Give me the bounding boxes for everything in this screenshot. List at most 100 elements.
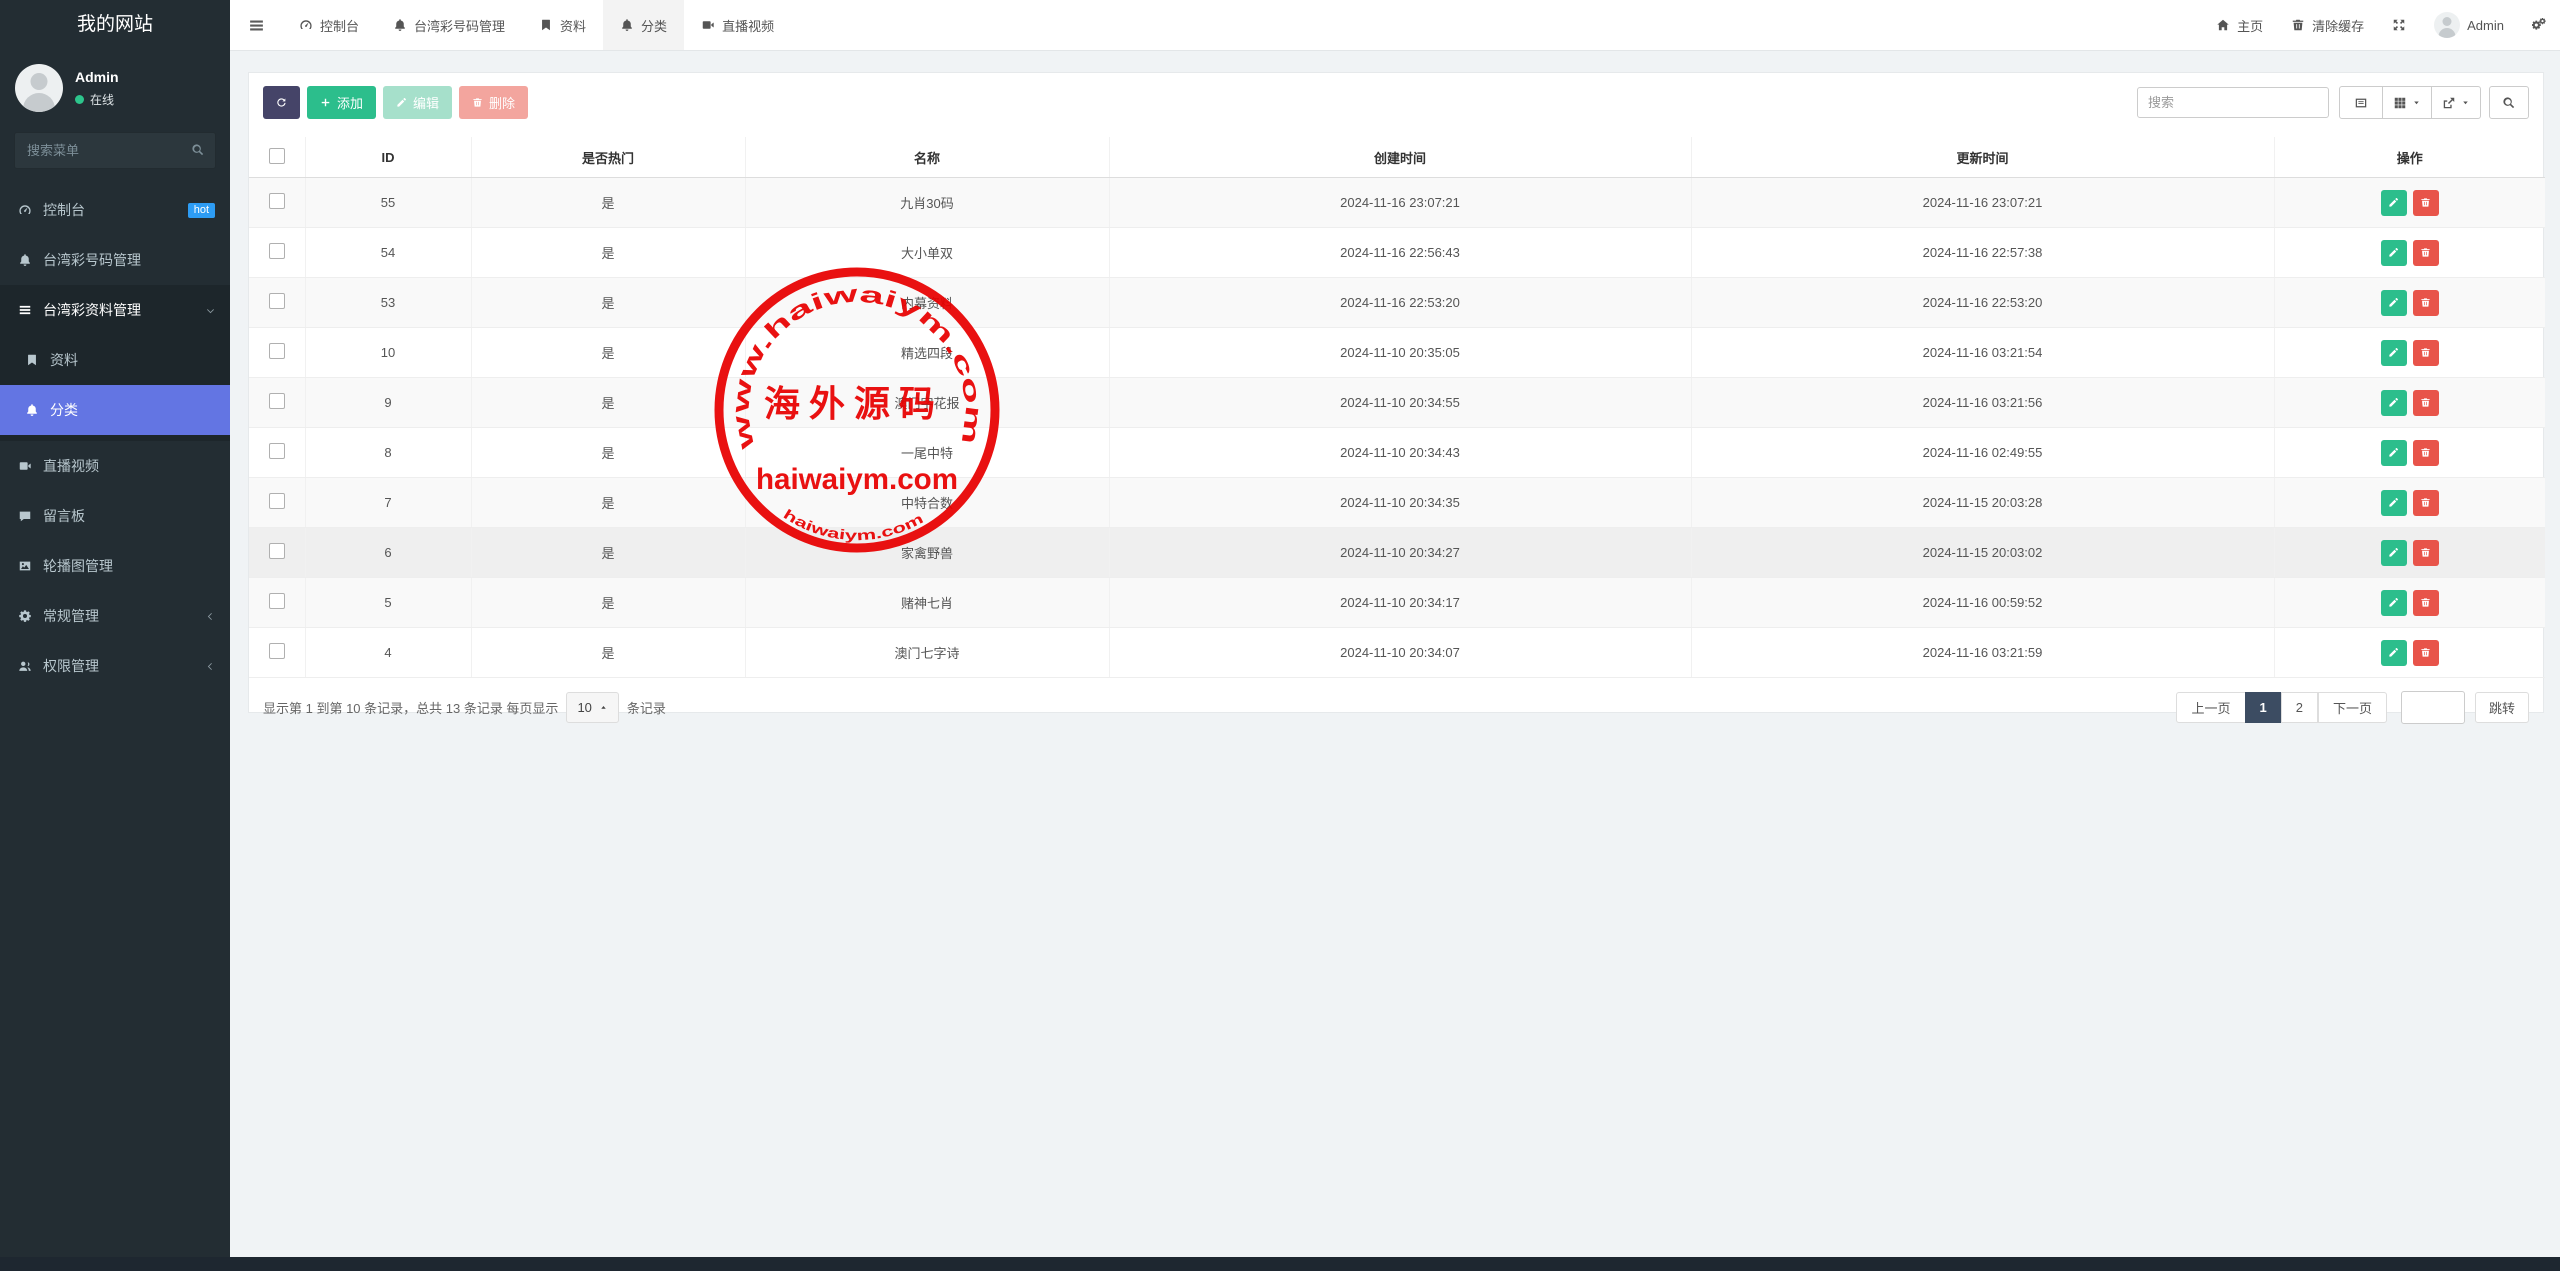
prev-page-button[interactable]: 上一页 (2176, 692, 2245, 723)
row-checkbox[interactable] (269, 593, 285, 609)
table-search-input[interactable] (2137, 87, 2329, 118)
fullscreen-button[interactable] (2378, 0, 2420, 50)
tab-4[interactable]: 直播视频 (684, 0, 791, 50)
table-row: 53是内幕资料2024-11-16 22:53:202024-11-16 22:… (249, 278, 2545, 328)
hot-badge: hot (188, 203, 215, 218)
row-checkbox[interactable] (269, 543, 285, 559)
page-size-select[interactable]: 10 (566, 692, 618, 723)
row-checkbox[interactable] (269, 493, 285, 509)
avatar (15, 64, 63, 112)
cell-name: 九肖30码 (745, 178, 1109, 228)
select-all-checkbox[interactable] (269, 148, 285, 164)
row-checkbox[interactable] (269, 393, 285, 409)
select-all-checkbox-cell[interactable] (249, 137, 305, 178)
table-row: 6是家禽野兽2024-11-10 20:34:272024-11-15 20:0… (249, 528, 2545, 578)
row-delete-button[interactable] (2413, 290, 2439, 316)
cell-actions (2274, 428, 2545, 478)
user-status-label: 在线 (90, 91, 114, 108)
tab-label: 资料 (560, 16, 586, 35)
sidebar-item-2[interactable]: 台湾彩资料管理 (0, 285, 230, 335)
cell-hot: 是 (471, 378, 745, 428)
sidebar-item-label: 台湾彩号码管理 (43, 250, 141, 270)
row-delete-button[interactable] (2413, 440, 2439, 466)
page-button-1[interactable]: 1 (2245, 692, 2282, 723)
settings-gears-icon[interactable] (2518, 0, 2560, 50)
row-edit-button[interactable] (2381, 190, 2407, 216)
sidebar-item-0[interactable]: 控制台hot (0, 185, 230, 235)
sidebar-item-6[interactable]: 常规管理 (0, 591, 230, 641)
row-delete-button[interactable] (2413, 590, 2439, 616)
sidebar-item-4[interactable]: 留言板 (0, 491, 230, 541)
edit-button[interactable]: 编辑 (383, 86, 452, 119)
cogs-icon (2532, 18, 2546, 32)
tab-1[interactable]: 台湾彩号码管理 (376, 0, 522, 50)
pagination-info-suffix: 条记录 (627, 698, 666, 717)
column-header-created[interactable]: 创建时间 (1109, 137, 1691, 178)
column-header-hot[interactable]: 是否热门 (471, 137, 745, 178)
row-checkbox[interactable] (269, 643, 285, 659)
nav-clear-cache[interactable]: 清除缓存 (2277, 0, 2378, 50)
hamburger-icon[interactable] (230, 0, 282, 50)
nav-user[interactable]: Admin (2420, 0, 2518, 50)
row-edit-button[interactable] (2381, 590, 2407, 616)
sidebar-item-2-0[interactable]: 资料 (0, 335, 230, 385)
column-header-id[interactable]: ID (305, 137, 471, 178)
pencil-icon (2388, 647, 2399, 658)
sidebar-item-2-1[interactable]: 分类 (0, 385, 230, 435)
row-delete-button[interactable] (2413, 640, 2439, 666)
tab-2[interactable]: 资料 (522, 0, 603, 50)
row-edit-button[interactable] (2381, 640, 2407, 666)
chevron-left-icon (206, 662, 215, 671)
toggle-search-button[interactable] (2489, 86, 2529, 119)
row-checkbox[interactable] (269, 243, 285, 259)
pencil-icon (2388, 547, 2399, 558)
sidebar-item-1[interactable]: 台湾彩号码管理 (0, 235, 230, 285)
caret-down-icon (2412, 98, 2421, 107)
table-row: 7是中特合数2024-11-10 20:34:352024-11-15 20:0… (249, 478, 2545, 528)
row-edit-button[interactable] (2381, 440, 2407, 466)
row-edit-button[interactable] (2381, 490, 2407, 516)
cell-created: 2024-11-16 22:53:20 (1109, 278, 1691, 328)
row-edit-button[interactable] (2381, 240, 2407, 266)
column-header-updated[interactable]: 更新时间 (1691, 137, 2274, 178)
row-delete-button[interactable] (2413, 340, 2439, 366)
tab-3[interactable]: 分类 (603, 0, 684, 50)
edit-button-label: 编辑 (413, 93, 439, 112)
detail-view-button[interactable] (2339, 86, 2383, 119)
sidebar-search-input[interactable] (14, 132, 216, 169)
add-button[interactable]: 添加 (307, 86, 376, 119)
refresh-button[interactable] (263, 86, 300, 119)
cell-created: 2024-11-10 20:34:27 (1109, 528, 1691, 578)
row-edit-button[interactable] (2381, 390, 2407, 416)
tab-0[interactable]: 控制台 (282, 0, 376, 50)
sidebar-item-7[interactable]: 权限管理 (0, 641, 230, 691)
online-dot (75, 95, 84, 104)
row-delete-button[interactable] (2413, 390, 2439, 416)
jump-page-input[interactable] (2401, 691, 2465, 724)
row-checkbox[interactable] (269, 343, 285, 359)
page-button-2[interactable]: 2 (2281, 692, 2318, 723)
chevron-down-icon (206, 306, 215, 315)
column-header-name[interactable]: 名称 (745, 137, 1109, 178)
delete-button[interactable]: 删除 (459, 86, 528, 119)
row-delete-button[interactable] (2413, 190, 2439, 216)
row-delete-button[interactable] (2413, 240, 2439, 266)
next-page-button[interactable]: 下一页 (2318, 692, 2387, 723)
row-edit-button[interactable] (2381, 540, 2407, 566)
row-delete-button[interactable] (2413, 490, 2439, 516)
row-edit-button[interactable] (2381, 340, 2407, 366)
sidebar-item-5[interactable]: 轮播图管理 (0, 541, 230, 591)
row-edit-button[interactable] (2381, 290, 2407, 316)
row-delete-button[interactable] (2413, 540, 2439, 566)
trash-icon (2420, 647, 2431, 658)
nav-home[interactable]: 主页 (2202, 0, 2277, 50)
row-checkbox[interactable] (269, 193, 285, 209)
cell-hot: 是 (471, 228, 745, 278)
columns-button[interactable] (2382, 86, 2432, 119)
export-button[interactable] (2431, 86, 2481, 119)
sidebar-item-3[interactable]: 直播视频 (0, 441, 230, 491)
jump-button[interactable]: 跳转 (2475, 692, 2529, 723)
cell-hot: 是 (471, 328, 745, 378)
row-checkbox[interactable] (269, 443, 285, 459)
row-checkbox[interactable] (269, 293, 285, 309)
